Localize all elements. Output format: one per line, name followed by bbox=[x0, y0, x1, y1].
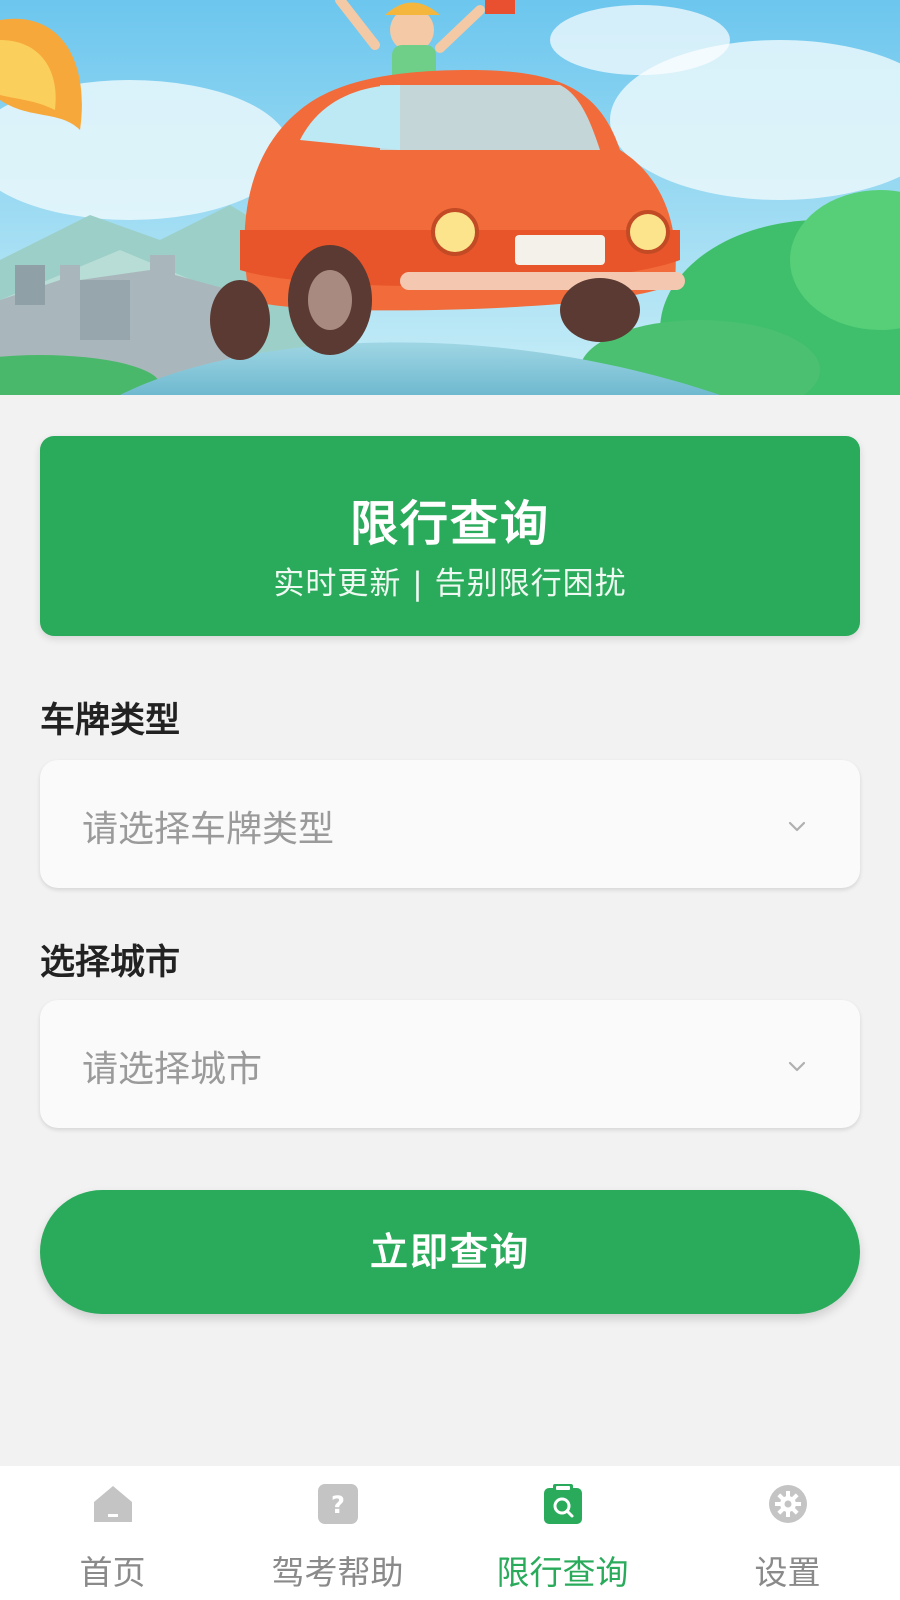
plate-type-label: 车牌类型 bbox=[40, 701, 181, 741]
banner-subtitle: 实时更新 | 告别限行困扰 bbox=[273, 566, 627, 602]
chevron-down-icon bbox=[788, 1061, 806, 1072]
home-icon bbox=[93, 1486, 132, 1522]
restriction-search-icon bbox=[543, 1484, 582, 1524]
banner-title: 限行查询 bbox=[349, 496, 550, 552]
hero-illustration bbox=[0, 0, 900, 395]
tab-settings[interactable]: 设置 bbox=[675, 1466, 900, 1600]
city-label: 选择城市 bbox=[40, 943, 181, 983]
gear-icon bbox=[768, 1485, 807, 1523]
tab-restriction-query[interactable]: 限行查询 bbox=[450, 1466, 675, 1600]
bottom-tab-bar: 首页 ? 驾考帮助 限行查询 设置 bbox=[0, 1466, 900, 1600]
plate-type-placeholder: 请选择车牌类型 bbox=[82, 809, 335, 850]
banner-card: 限行查询 实时更新 | 告别限行困扰 bbox=[40, 436, 860, 636]
svg-text:?: ? bbox=[331, 1491, 345, 1519]
tab-restriction-query-label: 限行查询 bbox=[496, 1553, 629, 1592]
help-icon: ? bbox=[317, 1484, 358, 1524]
city-placeholder: 请选择城市 bbox=[82, 1049, 263, 1090]
chevron-down-icon bbox=[788, 821, 806, 832]
tab-settings-label: 设置 bbox=[754, 1553, 821, 1592]
tab-driving-help[interactable]: ? 驾考帮助 bbox=[225, 1466, 450, 1600]
query-now-button[interactable]: 立即查询 bbox=[40, 1190, 860, 1314]
city-select[interactable]: 请选择城市 bbox=[40, 1000, 860, 1128]
tab-home-label: 首页 bbox=[79, 1553, 146, 1592]
tab-driving-help-label: 驾考帮助 bbox=[271, 1553, 404, 1592]
tab-home[interactable]: 首页 bbox=[0, 1466, 225, 1600]
plate-type-select[interactable]: 请选择车牌类型 bbox=[40, 760, 860, 888]
